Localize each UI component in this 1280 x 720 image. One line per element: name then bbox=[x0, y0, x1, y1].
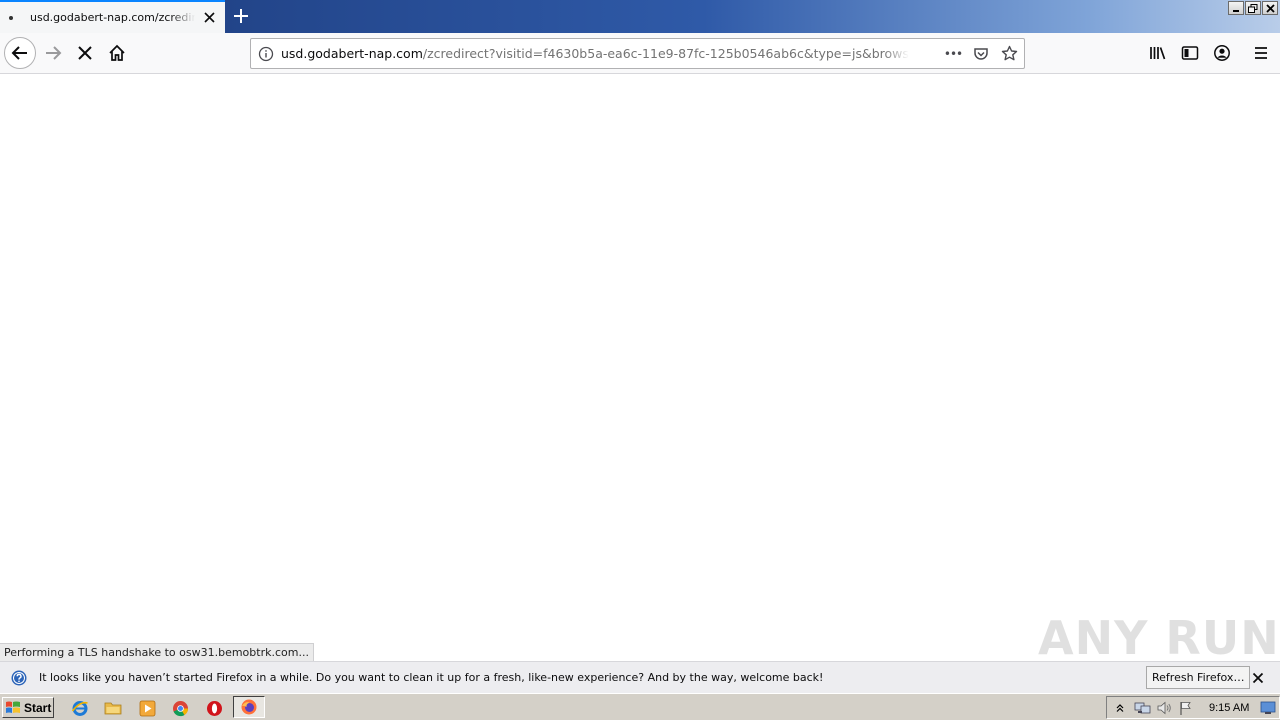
url-path: /zcredirect?visitid=f4630b5a-ea6c-11e9-8… bbox=[422, 46, 909, 61]
tab-active[interactable]: usd.godabert-nap.com/zcredirect?visitid=… bbox=[0, 0, 225, 33]
taskbar: Start 9:15 AM bbox=[0, 693, 1280, 720]
stop-button[interactable] bbox=[69, 37, 101, 69]
sidebar-icon bbox=[1181, 46, 1199, 60]
minimize-icon bbox=[1233, 10, 1239, 12]
notification-close-icon[interactable] bbox=[1249, 669, 1267, 687]
status-panel: Performing a TLS handshake to osw31.bemo… bbox=[0, 643, 314, 661]
library-icon bbox=[1150, 47, 1166, 60]
close-window-button[interactable] bbox=[1262, 1, 1278, 15]
app-menu-button[interactable] bbox=[1245, 37, 1277, 69]
account-button[interactable] bbox=[1206, 37, 1238, 69]
show-hidden-icons-button[interactable] bbox=[1111, 699, 1129, 717]
firefox-taskbar-button[interactable] bbox=[233, 696, 265, 718]
restore-button[interactable] bbox=[1245, 1, 1261, 15]
minimize-button[interactable] bbox=[1228, 1, 1244, 15]
page-content[interactable] bbox=[0, 74, 1280, 661]
bookmark-star-button[interactable] bbox=[998, 43, 1020, 65]
loading-dot-icon bbox=[9, 15, 13, 20]
sidebar-button[interactable] bbox=[1174, 37, 1206, 69]
pocket-button[interactable] bbox=[970, 43, 992, 65]
question-icon bbox=[11, 670, 27, 686]
action-center-flag-icon[interactable] bbox=[1177, 699, 1195, 717]
url-text[interactable]: usd.godabert-nap.com/zcredirect?visitid=… bbox=[281, 46, 909, 61]
pocket-icon bbox=[974, 47, 988, 60]
star-icon bbox=[1001, 45, 1017, 61]
notification-bar: It looks like you haven’t started Firefo… bbox=[0, 661, 1280, 693]
tab-close-icon[interactable] bbox=[202, 10, 216, 24]
home-button[interactable] bbox=[101, 37, 133, 69]
file-explorer-icon[interactable] bbox=[103, 698, 123, 718]
media-player-icon[interactable] bbox=[137, 698, 157, 718]
stop-icon bbox=[78, 46, 92, 60]
notification-message: It looks like you haven’t started Firefo… bbox=[39, 671, 824, 684]
tab-strip: usd.godabert-nap.com/zcredirect?visitid=… bbox=[0, 0, 1280, 33]
account-icon bbox=[1214, 45, 1230, 61]
volume-icon[interactable] bbox=[1155, 699, 1173, 717]
arrow-left-icon bbox=[11, 46, 27, 60]
url-actions: ••• bbox=[942, 39, 1020, 68]
refresh-firefox-button[interactable]: Refresh Firefox… bbox=[1146, 666, 1251, 689]
watermark-text: ANY RUN bbox=[1038, 611, 1280, 665]
show-desktop-icon[interactable] bbox=[1259, 699, 1277, 717]
home-icon bbox=[109, 44, 125, 61]
network-icon[interactable] bbox=[1133, 699, 1151, 717]
url-host: usd.godabert-nap.com bbox=[281, 46, 423, 61]
site-info-icon[interactable] bbox=[251, 39, 281, 69]
window-controls bbox=[1228, 1, 1278, 15]
opera-icon[interactable] bbox=[204, 698, 224, 718]
more-icon: ••• bbox=[943, 46, 963, 61]
close-icon bbox=[1265, 3, 1275, 13]
clock[interactable]: 9:15 AM bbox=[1209, 702, 1249, 714]
back-button[interactable] bbox=[4, 37, 36, 69]
page-actions-button[interactable]: ••• bbox=[942, 43, 964, 65]
windows-logo-icon bbox=[6, 701, 20, 713]
start-label: Start bbox=[24, 700, 52, 715]
chrome-icon[interactable] bbox=[170, 698, 190, 718]
system-tray: 9:15 AM bbox=[1106, 696, 1280, 719]
firefox-icon bbox=[241, 699, 257, 715]
plus-icon bbox=[234, 9, 248, 23]
library-button[interactable] bbox=[1142, 37, 1174, 69]
forward-button[interactable] bbox=[37, 37, 69, 69]
start-button[interactable]: Start bbox=[2, 697, 54, 718]
hamburger-icon bbox=[1255, 47, 1267, 59]
arrow-right-icon bbox=[46, 46, 62, 60]
internet-explorer-icon[interactable] bbox=[70, 698, 90, 718]
url-bar[interactable]: usd.godabert-nap.com/zcredirect?visitid=… bbox=[250, 38, 1025, 69]
restore-icon bbox=[1248, 3, 1258, 13]
tab-title: usd.godabert-nap.com/zcredirect?visitid=… bbox=[30, 11, 195, 24]
new-tab-button[interactable] bbox=[230, 5, 252, 27]
navigation-toolbar: usd.godabert-nap.com/zcredirect?visitid=… bbox=[0, 33, 1280, 74]
chevron-up-icon bbox=[1116, 703, 1124, 712]
